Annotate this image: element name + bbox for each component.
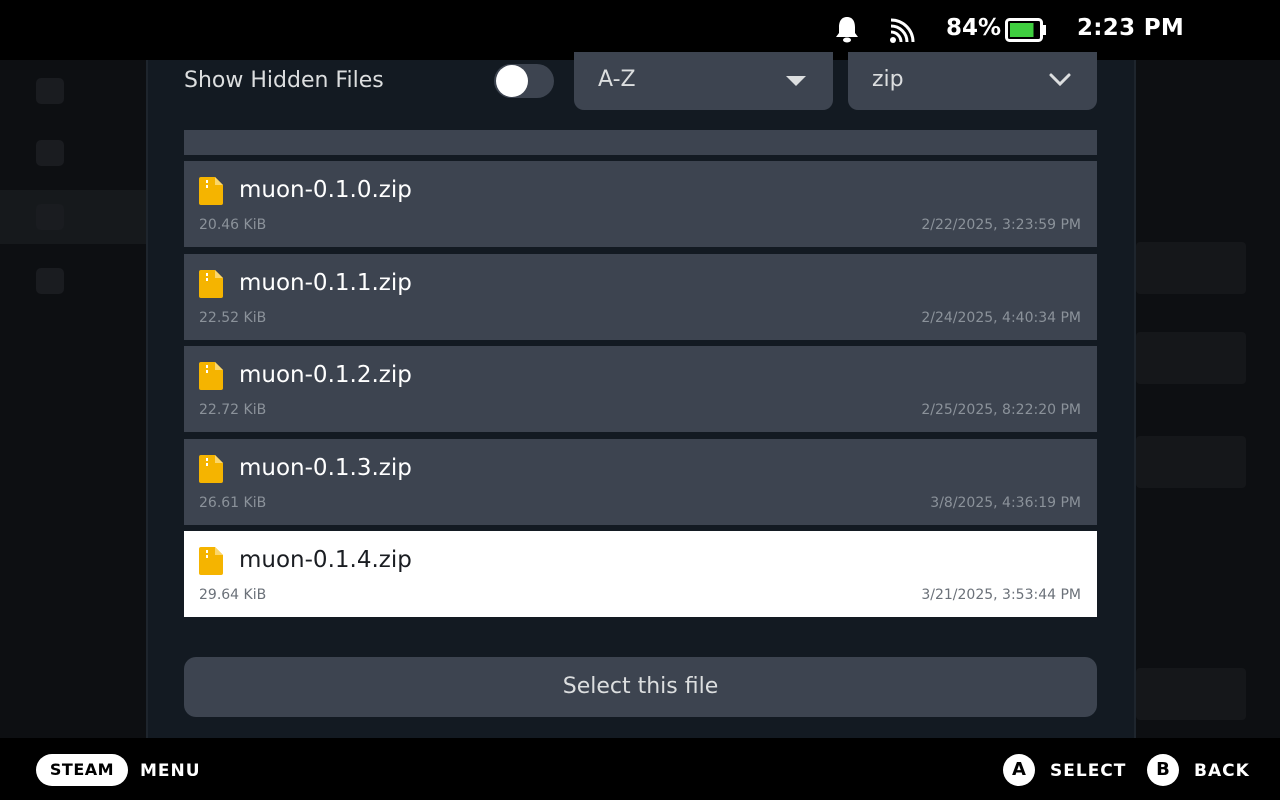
file-item[interactable]: muon-0.1.2.zip 22.72 KiB 2/25/2025, 8:22:2… — [184, 346, 1097, 432]
file-name: muon-0.1.0.zip — [239, 177, 412, 203]
b-button-glyph: B — [1156, 759, 1170, 780]
toggle-knob — [496, 65, 528, 97]
file-type-dropdown[interactable]: zip — [848, 52, 1097, 110]
status-bar: 84% 2:23 PM — [0, 0, 1280, 60]
file-modified-date: 3/21/2025, 3:53:44 PM — [921, 587, 1081, 603]
file-name: muon-0.1.1.zip — [239, 270, 412, 296]
file-type-value: zip — [872, 67, 904, 92]
controller-hint-bar: STEAM MENU A SELECT B BACK — [0, 738, 1280, 800]
select-hint-label: SELECT — [1050, 761, 1127, 781]
bg-sidebar-item — [0, 126, 150, 180]
file-name: muon-0.1.4.zip — [239, 547, 412, 573]
file-size: 22.52 KiB — [199, 310, 267, 326]
zip-file-icon — [199, 362, 223, 390]
menu-label: MENU — [140, 761, 201, 781]
show-hidden-files-toggle[interactable] — [494, 64, 554, 98]
bg-panel-block — [1136, 436, 1246, 488]
b-button-icon[interactable]: B — [1147, 754, 1179, 786]
steam-label: STEAM — [49, 760, 115, 779]
file-item[interactable]: muon-0.1.4.zip 29.64 KiB 3/21/2025, 3:53:4… — [184, 531, 1097, 617]
chevron-down-icon — [1049, 73, 1071, 87]
file-item[interactable]: muon-0.1.3.zip 26.61 KiB 3/8/2025, 4:36:19… — [184, 439, 1097, 525]
bg-panel-block — [1136, 668, 1246, 720]
a-button-icon[interactable]: A — [1003, 754, 1035, 786]
back-hint-label: BACK — [1194, 761, 1250, 781]
file-name: muon-0.1.3.zip — [239, 455, 412, 481]
file-name: muon-0.1.2.zip — [239, 362, 412, 388]
zip-file-icon — [199, 177, 223, 205]
zip-file-icon — [199, 270, 223, 298]
caret-down-icon — [786, 76, 806, 86]
file-item-partial[interactable] — [184, 130, 1097, 155]
select-file-label: Select this file — [562, 674, 719, 699]
file-modified-date: 2/24/2025, 4:40:34 PM — [921, 310, 1081, 326]
bg-panel-block — [1136, 332, 1246, 384]
file-size: 20.46 KiB — [199, 217, 267, 233]
bg-sidebar-item — [0, 64, 150, 118]
zip-file-icon — [199, 455, 223, 483]
clock: 2:23 PM — [1077, 15, 1185, 41]
file-size: 26.61 KiB — [199, 495, 267, 511]
select-file-button[interactable]: Select this file — [184, 657, 1097, 717]
steam-button[interactable]: STEAM — [36, 754, 128, 786]
file-size: 22.72 KiB — [199, 402, 267, 418]
file-size: 29.64 KiB — [199, 587, 267, 603]
file-modified-date: 2/25/2025, 8:22:20 PM — [921, 402, 1081, 418]
file-list[interactable]: muon-0.1.0.zip 20.46 KiB 2/22/2025, 3:23:5… — [184, 130, 1097, 620]
bell-icon[interactable] — [834, 15, 860, 43]
sort-order-dropdown[interactable]: A-Z — [574, 52, 833, 110]
file-modified-date: 2/22/2025, 3:23:59 PM — [921, 217, 1081, 233]
a-button-glyph: A — [1012, 759, 1026, 780]
battery-percent: 84% — [946, 15, 1002, 41]
file-item[interactable]: muon-0.1.0.zip 20.46 KiB 2/22/2025, 3:23:5… — [184, 161, 1097, 247]
bg-panel-block — [1136, 242, 1246, 294]
sort-order-value: A-Z — [598, 67, 636, 92]
show-hidden-files-label: Show Hidden Files — [184, 68, 384, 93]
battery-icon — [1005, 18, 1046, 42]
zip-file-icon — [199, 547, 223, 575]
bg-sidebar-item — [0, 254, 150, 308]
bg-sidebar-item — [0, 190, 150, 244]
wifi-icon — [890, 18, 915, 43]
file-modified-date: 3/8/2025, 4:36:19 PM — [930, 495, 1081, 511]
file-item[interactable]: muon-0.1.1.zip 22.52 KiB 2/24/2025, 4:40:3… — [184, 254, 1097, 340]
